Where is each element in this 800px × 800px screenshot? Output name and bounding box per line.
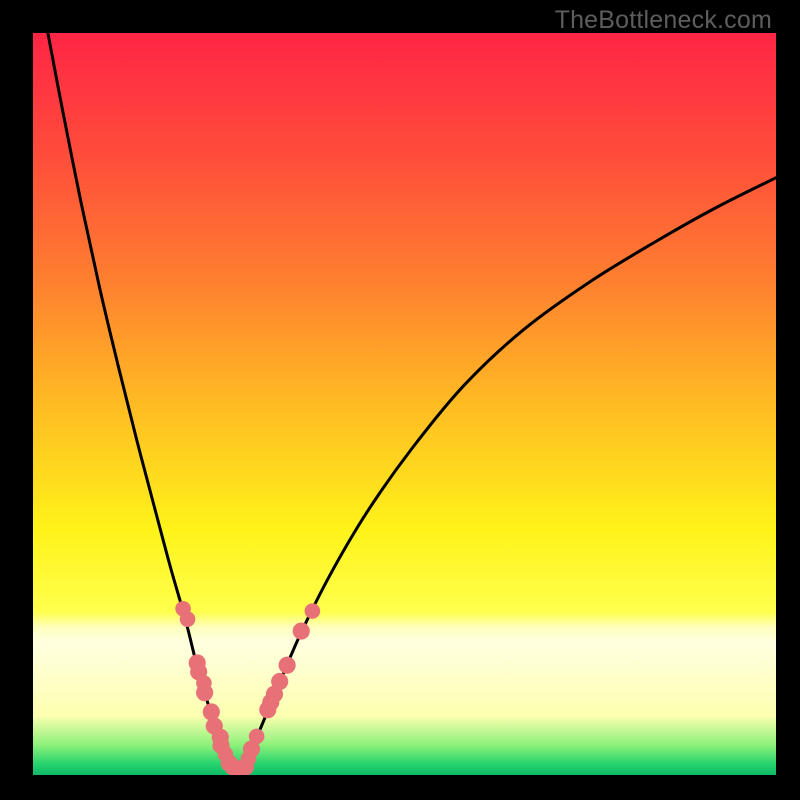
sample-dot — [249, 729, 265, 745]
sample-dot — [305, 603, 321, 619]
sample-dot — [203, 703, 220, 720]
sample-dot — [180, 611, 196, 627]
bottleneck-curve — [48, 33, 776, 774]
sample-dot — [279, 657, 296, 674]
sample-dot — [271, 673, 288, 690]
sample-dot — [196, 684, 213, 701]
sample-dot — [293, 622, 310, 639]
outer-frame: TheBottleneck.com — [0, 0, 800, 800]
chart-canvas — [33, 33, 776, 775]
sample-dots — [175, 601, 320, 775]
plot-area — [33, 33, 776, 775]
watermark-label: TheBottleneck.com — [555, 6, 772, 35]
